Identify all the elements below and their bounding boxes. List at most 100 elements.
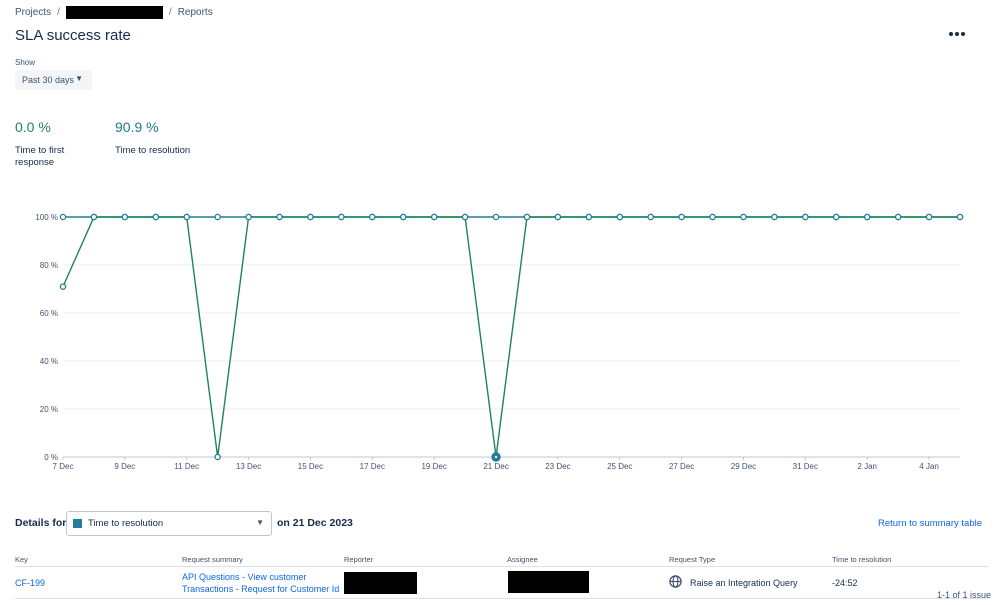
y-tick-label: 0 % bbox=[44, 453, 58, 462]
metric-value: 0.0 % bbox=[15, 119, 51, 135]
data-point bbox=[925, 213, 933, 221]
x-tick-label: 29 Dec bbox=[731, 462, 756, 471]
return-to-summary-link[interactable]: Return to summary table bbox=[878, 518, 982, 529]
data-point bbox=[461, 213, 469, 221]
data-point bbox=[771, 213, 778, 221]
breadcrumb-project-redacted[interactable] bbox=[65, 6, 163, 19]
data-point bbox=[183, 213, 190, 221]
issue-key-link[interactable]: CF-199 bbox=[15, 578, 45, 588]
data-point bbox=[492, 213, 500, 221]
data-point bbox=[90, 213, 98, 221]
request-type-label: Raise an Integration Query bbox=[690, 578, 798, 588]
x-tick-label: 31 Dec bbox=[793, 462, 818, 471]
show-label: Show bbox=[15, 58, 36, 67]
y-tick-label: 80 % bbox=[40, 261, 58, 270]
breadcrumb-separator: / bbox=[168, 7, 172, 18]
x-tick-label: 23 Dec bbox=[545, 462, 570, 471]
y-tick-label: 40 % bbox=[40, 357, 58, 366]
sla-metric-value: Time to resolution bbox=[88, 518, 164, 529]
date-range-select[interactable]: Past 30 days ▼ bbox=[15, 70, 92, 90]
data-point bbox=[214, 213, 221, 221]
chevron-down-icon: ▼ bbox=[256, 518, 264, 527]
breadcrumb-reports[interactable]: Reports bbox=[178, 7, 213, 18]
data-point bbox=[121, 213, 129, 221]
table-header-divider bbox=[15, 566, 989, 567]
data-point bbox=[430, 213, 438, 221]
data-point bbox=[245, 213, 252, 221]
data-point bbox=[585, 213, 593, 221]
breadcrumb-separator: / bbox=[57, 7, 60, 18]
data-point bbox=[399, 213, 407, 221]
x-tick-label: 9 Dec bbox=[114, 462, 135, 471]
data-point bbox=[863, 213, 871, 221]
request-summary-link[interactable]: API Questions - View customer Transactio… bbox=[182, 572, 339, 595]
data-point bbox=[523, 213, 531, 221]
sla-metric-select[interactable]: Time to resolution ▼ bbox=[66, 511, 272, 536]
data-point bbox=[709, 213, 716, 221]
metric-label: Time to first response bbox=[15, 145, 65, 168]
x-tick-label: 2 Jan bbox=[857, 462, 877, 471]
metric-resolution: 90.9 % Time to resolution bbox=[115, 119, 205, 157]
x-tick-label: 7 Dec bbox=[53, 462, 74, 471]
data-point bbox=[554, 213, 562, 221]
x-tick-label: 15 Dec bbox=[298, 462, 323, 471]
details-label: Details for bbox=[15, 517, 67, 529]
metric-label: Time to resolution bbox=[115, 145, 191, 156]
data-point bbox=[647, 213, 654, 221]
data-point bbox=[956, 213, 964, 221]
dot-icon bbox=[961, 32, 966, 36]
details-date: on 21 Dec 2023 bbox=[277, 517, 353, 529]
data-point bbox=[616, 213, 624, 221]
data-point bbox=[802, 213, 809, 221]
column-header-summary[interactable]: Request summary bbox=[182, 555, 243, 564]
metric-value: 90.9 % bbox=[115, 119, 159, 135]
y-tick-label: 100 % bbox=[35, 213, 58, 222]
data-point bbox=[59, 213, 67, 221]
data-point bbox=[833, 213, 840, 221]
request-summary-line: Transactions - Request for Customer Id bbox=[182, 583, 340, 594]
more-actions-button[interactable] bbox=[943, 24, 971, 44]
data-point bbox=[338, 213, 345, 221]
data-point bbox=[894, 213, 902, 221]
series-line-1 bbox=[62, 216, 960, 458]
dot-icon bbox=[955, 32, 959, 36]
data-point bbox=[307, 213, 314, 221]
data-point bbox=[740, 213, 747, 221]
reporter-redacted bbox=[344, 572, 417, 594]
date-range-value: Past 30 days bbox=[22, 75, 75, 85]
column-header-time-to-resolution[interactable]: Time to resolution bbox=[832, 555, 891, 564]
breadcrumb-projects[interactable]: Projects bbox=[15, 7, 51, 18]
data-point bbox=[152, 213, 160, 221]
table-footer-divider bbox=[15, 598, 989, 599]
globe-icon bbox=[669, 575, 682, 588]
data-point bbox=[214, 453, 221, 461]
column-header-assignee[interactable]: Assignee bbox=[507, 555, 538, 564]
data-point bbox=[276, 213, 283, 221]
y-tick-label: 20 % bbox=[40, 405, 58, 414]
assignee-redacted bbox=[508, 571, 589, 593]
y-tick-label: 60 % bbox=[40, 309, 58, 318]
sla-line-chart: 0 % 20 % 40 % 60 % 80 % 100 % 7 Dec 9 Dec 11 Dec… bbox=[35, 213, 964, 471]
x-tick-label: 25 Dec bbox=[607, 462, 632, 471]
chevron-down-icon: ▼ bbox=[75, 74, 83, 83]
request-summary-line: API Questions - View customer bbox=[182, 572, 307, 582]
x-tick-label: 13 Dec bbox=[236, 462, 261, 471]
x-tick-label: 27 Dec bbox=[669, 462, 694, 471]
breadcrumb: Projects / / Reports bbox=[15, 6, 213, 19]
selected-data-point-center bbox=[494, 455, 498, 459]
pagination-text: 1-1 of 1 issue bbox=[937, 590, 992, 600]
column-header-request-type[interactable]: Request Type bbox=[669, 555, 715, 564]
x-tick-label: 17 Dec bbox=[360, 462, 385, 471]
x-tick-label: 4 Jan bbox=[919, 462, 939, 471]
x-tick-label: 11 Dec bbox=[174, 462, 199, 471]
x-tick-label: 19 Dec bbox=[421, 462, 446, 471]
series-swatch bbox=[73, 519, 82, 528]
dot-icon bbox=[948, 32, 953, 36]
data-point bbox=[59, 283, 67, 290]
metric-first-response: 0.0 % Time to first response bbox=[15, 119, 77, 169]
page-title: SLA success rate bbox=[15, 27, 131, 44]
data-point bbox=[369, 213, 376, 221]
column-header-key[interactable]: Key bbox=[15, 555, 28, 564]
time-to-resolution-value: -24:52 bbox=[832, 578, 858, 588]
column-header-reporter[interactable]: Reporter bbox=[344, 555, 373, 564]
